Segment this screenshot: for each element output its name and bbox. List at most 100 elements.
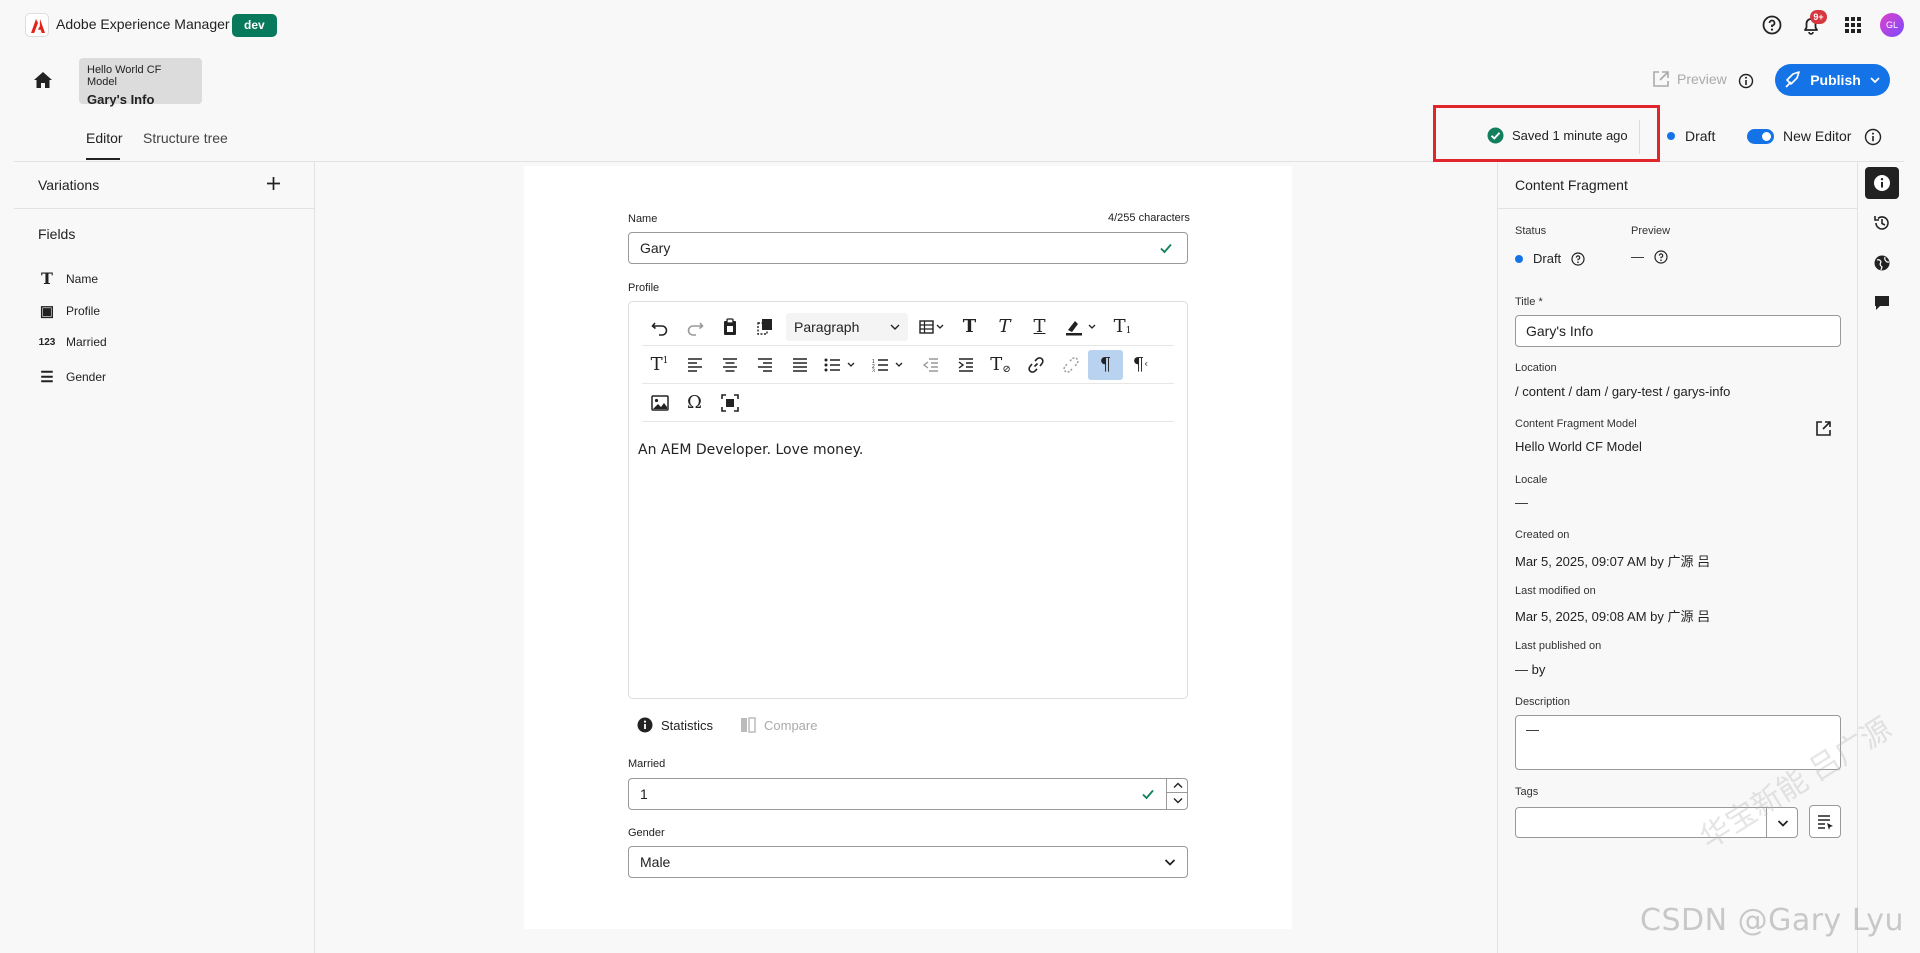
compare-button[interactable]: Compare — [740, 717, 817, 733]
location-label: Location — [1515, 362, 1557, 374]
redo-icon[interactable] — [677, 312, 712, 342]
name-input[interactable]: Gary — [628, 232, 1188, 264]
help-icon — [1571, 251, 1585, 266]
draft-status-label: Draft — [1685, 128, 1716, 144]
version-history-icon[interactable] — [1865, 207, 1899, 239]
notification-count-badge: 9+ — [1810, 10, 1827, 24]
divider — [1857, 162, 1858, 953]
fullscreen-icon[interactable] — [712, 388, 747, 418]
insert-image-icon[interactable] — [642, 388, 677, 418]
compare-label: Compare — [764, 717, 818, 733]
last-published-value: — by — [1515, 662, 1546, 677]
step-up-icon[interactable] — [1167, 778, 1188, 793]
number-stepper[interactable] — [1166, 778, 1188, 810]
align-center-icon[interactable] — [712, 350, 747, 380]
underline-text-icon[interactable]: T — [1022, 312, 1057, 342]
align-left-icon[interactable] — [677, 350, 712, 380]
help-icon[interactable] — [1761, 14, 1783, 36]
statistics-button[interactable]: Statistics — [637, 717, 713, 733]
publish-button-label: Publish — [1810, 72, 1861, 88]
open-model-external-link-icon[interactable] — [1815, 420, 1832, 437]
preview-info-icon[interactable] — [1738, 73, 1754, 89]
special-characters-icon[interactable]: Ω — [677, 388, 712, 418]
table-icon[interactable] — [912, 312, 952, 342]
chevron-down-icon — [1870, 77, 1880, 84]
align-right-icon[interactable] — [747, 350, 782, 380]
compare-icon — [741, 717, 756, 733]
sidebar-field-label: Married — [66, 335, 107, 349]
superscript-icon[interactable]: T1 — [642, 350, 677, 380]
name-char-count: 4/255 characters — [1108, 212, 1190, 224]
rich-text-icon: ▣ — [39, 303, 55, 320]
variations-heading: Variations — [38, 177, 100, 193]
add-variation-icon[interactable] — [266, 176, 281, 191]
sidebar-field-name[interactable]: T Name — [38, 269, 98, 288]
profile-field-label: Profile — [628, 282, 660, 294]
paste-as-text-icon[interactable] — [747, 312, 782, 342]
sidebar-field-married[interactable]: 123 Married — [38, 335, 107, 349]
location-value: / content / dam / gary-test / garys-info — [1515, 384, 1731, 399]
fragment-breadcrumb[interactable]: Hello World CF Model Gary's Info — [79, 58, 202, 107]
bold-text-icon[interactable]: T — [952, 312, 987, 342]
fragment-model-name: Hello World CF Model — [87, 64, 162, 88]
comments-icon[interactable] — [1865, 287, 1899, 319]
highlight-color-icon[interactable] — [1057, 312, 1105, 342]
indent-icon[interactable] — [948, 350, 983, 380]
preview-button[interactable]: Preview — [1652, 70, 1727, 88]
user-avatar[interactable]: GL — [1880, 13, 1904, 37]
married-input-value: 1 — [640, 786, 648, 802]
gender-select[interactable]: Male — [628, 846, 1188, 878]
svg-text:3: 3 — [872, 368, 875, 372]
married-number-input[interactable]: 1 — [628, 778, 1188, 810]
app-switcher-grid-icon[interactable] — [1842, 14, 1864, 36]
align-justify-icon[interactable] — [782, 350, 817, 380]
text-direction-ltr-icon[interactable]: ¶ — [1088, 349, 1123, 380]
link-icon[interactable] — [1018, 350, 1053, 380]
locale-value: — — [1515, 495, 1528, 510]
home-icon[interactable] — [33, 70, 53, 90]
text-icon: T — [41, 269, 53, 288]
sidebar-field-profile[interactable]: ▣ Profile — [38, 302, 100, 320]
csdn-watermark: CSDN @Gary Lyu — [1640, 903, 1905, 938]
step-down-icon[interactable] — [1167, 793, 1188, 808]
environment-badge: dev — [232, 14, 277, 37]
last-modified-value: Mar 5, 2025, 09:08 AM by 广源 吕 — [1515, 609, 1711, 624]
paste-icon[interactable] — [712, 312, 747, 342]
numbered-list-icon[interactable]: 123 — [865, 350, 913, 380]
publish-button[interactable]: Publish — [1775, 64, 1890, 96]
bulleted-list-icon[interactable] — [817, 350, 865, 380]
preview-status-label: Preview — [1631, 225, 1671, 237]
new-editor-info-icon[interactable] — [1864, 128, 1882, 146]
title-label-text: Title — [1515, 296, 1536, 308]
browse-tags-icon[interactable] — [1809, 805, 1841, 838]
profile-rich-text-editor[interactable]: Paragraph T T T T1 T1 123 T ⊘ ¶ ¶ ‹ Ω — [628, 301, 1188, 699]
text-direction-rtl-icon[interactable]: ¶ ‹ — [1123, 350, 1158, 380]
publish-icon — [1785, 71, 1801, 88]
new-editor-toggle[interactable] — [1747, 129, 1774, 144]
title-input[interactable]: Gary's Info — [1515, 315, 1841, 347]
chevron-down-icon — [1164, 859, 1176, 866]
external-link-icon — [1653, 71, 1669, 87]
tags-label: Tags — [1515, 786, 1539, 798]
tab-editor[interactable]: Editor — [86, 130, 123, 146]
top-bar — [0, 0, 1920, 50]
properties-info-icon[interactable] — [1865, 167, 1899, 199]
subscript-icon[interactable]: T1 — [1105, 312, 1140, 342]
italic-text-icon[interactable]: T — [987, 312, 1022, 342]
adobe-logo-icon[interactable] — [25, 13, 49, 37]
profile-content-text[interactable]: An AEM Developer. Love money. — [638, 442, 863, 458]
clear-formatting-icon[interactable]: T ⊘ — [983, 350, 1018, 380]
paragraph-format-select[interactable]: Paragraph — [786, 312, 908, 341]
undo-icon[interactable] — [642, 312, 677, 342]
languages-globe-icon[interactable] — [1865, 247, 1899, 279]
status-value: Draft — [1515, 251, 1585, 266]
unlink-icon[interactable] — [1053, 350, 1088, 380]
outdent-icon[interactable] — [913, 350, 948, 380]
divider — [1497, 208, 1857, 209]
title-label: Title * — [1515, 296, 1543, 308]
required-mark: * — [1538, 296, 1543, 308]
sidebar-field-gender[interactable]: ☰ Gender — [38, 368, 106, 386]
tab-structure-tree[interactable]: Structure tree — [143, 130, 228, 146]
app-title[interactable]: Adobe Experience Manager — [56, 16, 230, 32]
model-value[interactable]: Hello World CF Model — [1515, 439, 1642, 454]
